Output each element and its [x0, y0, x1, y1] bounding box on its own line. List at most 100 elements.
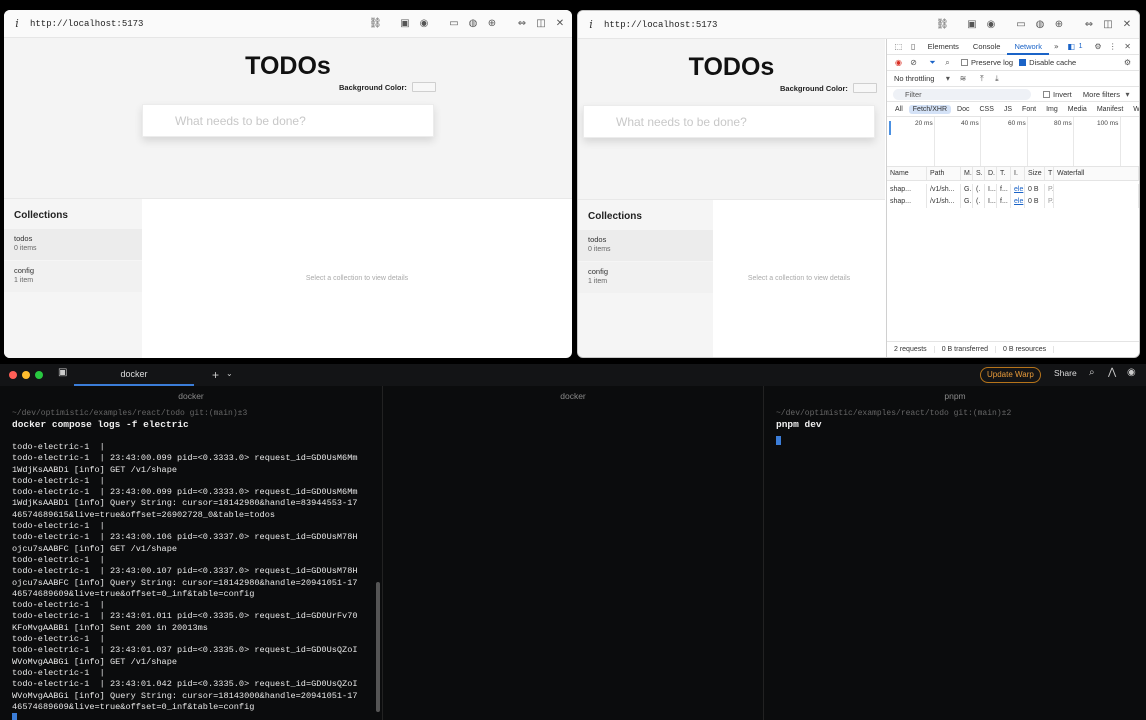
- minimize-window-button[interactable]: [22, 371, 30, 379]
- invert-checkbox[interactable]: [1043, 90, 1050, 98]
- chevron-down-icon[interactable]: ⌄: [226, 369, 233, 378]
- disable-cache-checkbox[interactable]: [1019, 59, 1027, 66]
- link-icon[interactable]: ⛓: [369, 18, 382, 30]
- tab-console[interactable]: Console: [966, 39, 1008, 55]
- column-header[interactable]: T: [1045, 167, 1054, 180]
- tab-elements[interactable]: Elements: [921, 39, 966, 55]
- globe-icon[interactable]: ◍: [467, 18, 479, 30]
- type-filter[interactable]: JS: [1000, 105, 1016, 114]
- zoom-window-button[interactable]: [35, 371, 43, 379]
- folder-icon[interactable]: ▣: [58, 367, 67, 378]
- column-header[interactable]: I.: [1011, 167, 1025, 180]
- type-filter[interactable]: CSS: [975, 105, 997, 114]
- chevron-down-icon[interactable]: ▾: [942, 73, 953, 84]
- type-filter[interactable]: Font: [1018, 105, 1040, 114]
- network-settings-icon[interactable]: ⚙: [1122, 57, 1133, 68]
- collection-count: 0 items: [14, 245, 37, 252]
- search-icon[interactable]: ⌕: [1089, 367, 1095, 378]
- request-initiator[interactable]: ele: [1011, 184, 1025, 196]
- window-icon[interactable]: ▭: [448, 18, 460, 30]
- terminal-pane-logs[interactable]: docker ~/dev/optimistic/examples/react/t…: [0, 386, 383, 720]
- url-field[interactable]: http://localhost:5173: [30, 19, 362, 29]
- close-icon[interactable]: ✕: [554, 18, 566, 30]
- filter-input[interactable]: Filter: [893, 88, 1031, 100]
- camera-icon[interactable]: ◉: [985, 19, 997, 31]
- gear-icon[interactable]: ⚙: [1093, 41, 1104, 52]
- sidebar-icon[interactable]: ◫: [535, 18, 547, 30]
- close-window-button[interactable]: [9, 371, 17, 379]
- url-field[interactable]: http://localhost:5173: [604, 20, 929, 30]
- screenshot-icon[interactable]: ▣: [399, 18, 411, 30]
- inspect-icon[interactable]: ⬚: [893, 41, 904, 52]
- column-header[interactable]: S.: [973, 167, 985, 180]
- chevron-down-icon[interactable]: ▾: [1122, 89, 1133, 100]
- terminal-tab[interactable]: docker: [74, 364, 194, 386]
- collection-item-todos[interactable]: todos 0 items: [578, 230, 713, 261]
- avatar[interactable]: ◉: [1127, 367, 1136, 378]
- table-row[interactable]: shap... /v1/sh... G. (. I... f... ele 0 …: [887, 196, 1139, 208]
- terminal-pane-empty[interactable]: docker: [383, 386, 764, 720]
- column-header[interactable]: Path: [927, 167, 961, 180]
- issues-badge-icon[interactable]: ◧: [1066, 41, 1077, 52]
- log-line: ojcu7sAABFC [info] Query String: cursor=…: [12, 577, 358, 588]
- kebab-menu-icon[interactable]: ⋮: [1107, 41, 1118, 52]
- new-tab-icon[interactable]: +: [212, 368, 219, 382]
- network-toolbar: ◉ ⊘ ⏷ ⌕ Preserve log Disable cache ⚙: [887, 55, 1139, 71]
- close-devtools-icon[interactable]: ✕: [1122, 41, 1133, 52]
- record-icon[interactable]: ◉: [893, 57, 904, 68]
- clear-icon[interactable]: ⊘: [908, 57, 919, 68]
- column-header[interactable]: T.: [997, 167, 1011, 180]
- background-color-swatch[interactable]: [411, 82, 436, 92]
- table-row[interactable]: shap... /v1/sh... G. (. I... f... ele 0 …: [887, 184, 1139, 196]
- column-header[interactable]: D.: [985, 167, 997, 180]
- network-timeline[interactable]: 20 ms 40 ms 60 ms 80 ms 100 ms: [887, 117, 1139, 167]
- device-toolbar-icon[interactable]: ▯: [908, 41, 919, 52]
- collection-item-config[interactable]: config 1 item: [4, 261, 142, 292]
- background-color-swatch[interactable]: [852, 83, 877, 93]
- throttling-select[interactable]: No throttling: [894, 74, 934, 83]
- type-filter[interactable]: WS: [1129, 105, 1139, 114]
- info-icon[interactable]: i: [584, 18, 598, 31]
- collection-item-config[interactable]: config 1 item: [578, 262, 713, 293]
- sidebar-icon[interactable]: ◫: [1102, 19, 1114, 31]
- share-button[interactable]: Share: [1054, 368, 1077, 378]
- resize-icon[interactable]: ⇔: [516, 18, 528, 30]
- new-todo-input[interactable]: What needs to be done?: [583, 105, 875, 138]
- window-icon[interactable]: ▭: [1015, 19, 1027, 31]
- column-header[interactable]: Name: [887, 167, 927, 180]
- crosshair-icon[interactable]: ⊕: [486, 18, 498, 30]
- tab-network[interactable]: Network: [1007, 39, 1049, 55]
- ai-icon[interactable]: ⋀: [1108, 367, 1116, 378]
- camera-icon[interactable]: ◉: [418, 18, 430, 30]
- type-filter[interactable]: Media: [1064, 105, 1091, 114]
- more-filters-button[interactable]: More filters: [1083, 90, 1120, 99]
- terminal-pane-pnpm[interactable]: pnpm ~/dev/optimistic/examples/react/tod…: [764, 386, 1146, 720]
- filter-icon[interactable]: ⏷: [927, 57, 938, 68]
- wifi-icon[interactable]: ≋: [957, 73, 968, 84]
- update-warp-button[interactable]: Update Warp: [980, 367, 1041, 383]
- globe-icon[interactable]: ◍: [1034, 19, 1046, 31]
- column-header[interactable]: M.: [961, 167, 973, 180]
- more-tabs-icon[interactable]: »: [1051, 41, 1062, 52]
- info-icon[interactable]: i: [10, 17, 24, 30]
- type-filter[interactable]: Doc: [953, 105, 973, 114]
- resize-icon[interactable]: ⇔: [1083, 19, 1095, 31]
- upload-icon[interactable]: ⤒: [976, 73, 987, 84]
- link-icon[interactable]: ⛓: [936, 19, 949, 31]
- preserve-log-checkbox[interactable]: [961, 59, 968, 66]
- type-filter-active[interactable]: Fetch/XHR: [908, 104, 952, 114]
- type-filter[interactable]: Manifest: [1093, 105, 1127, 114]
- search-icon[interactable]: ⌕: [942, 57, 953, 68]
- download-icon[interactable]: ⤓: [991, 73, 1002, 84]
- request-initiator[interactable]: ele: [1011, 196, 1025, 208]
- new-todo-input[interactable]: What needs to be done?: [142, 104, 434, 137]
- scrollbar[interactable]: [376, 582, 380, 712]
- crosshair-icon[interactable]: ⊕: [1053, 19, 1065, 31]
- close-icon[interactable]: ✕: [1121, 19, 1133, 31]
- column-header[interactable]: Waterfall: [1054, 167, 1139, 180]
- column-header[interactable]: Size: [1025, 167, 1045, 180]
- type-filter[interactable]: Img: [1042, 105, 1062, 114]
- type-filter[interactable]: All: [891, 105, 907, 114]
- screenshot-icon[interactable]: ▣: [966, 19, 978, 31]
- collection-item-todos[interactable]: todos 0 items: [4, 229, 142, 260]
